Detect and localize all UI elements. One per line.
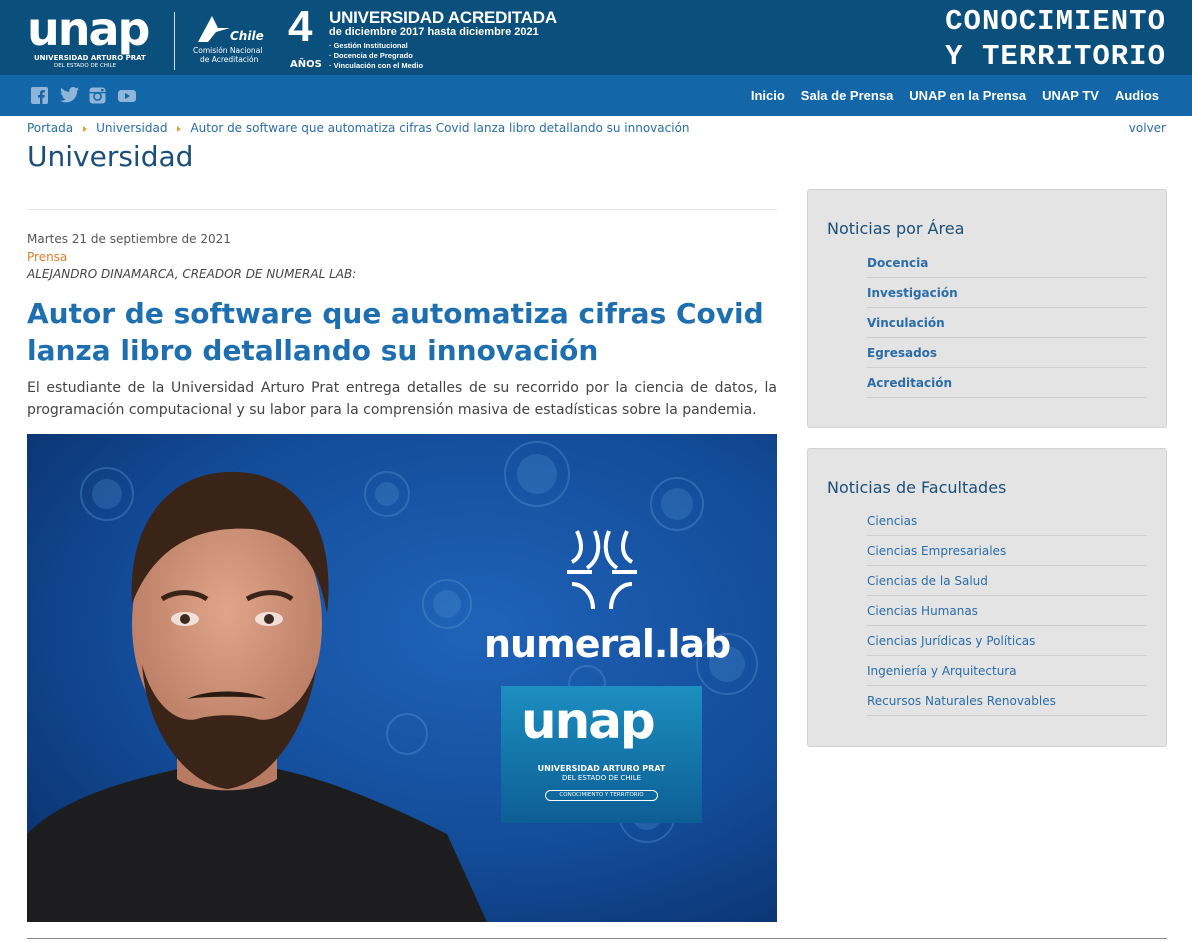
cna-line-2: de Acreditación <box>200 55 259 64</box>
site-header: unap UNIVERSIDAD ARTURO PRAT DEL ESTADO … <box>0 0 1192 75</box>
instagram-icon[interactable] <box>89 87 108 104</box>
article: Martes 21 de septiembre de 2021 Prensa A… <box>27 209 777 922</box>
article-image-graphic <box>27 434 777 922</box>
cna-chile-label: Chile <box>230 29 264 43</box>
nav-link-unap-en-la-prensa[interactable]: UNAP en la Prensa <box>909 88 1026 103</box>
accreditation-item: · Docencia de Pregrado <box>329 51 413 60</box>
numeral-lab-wordmark: numeral.lab <box>484 622 731 666</box>
unap-image-logo-word: unap <box>521 692 656 750</box>
article-kicker: ALEJANDRO DINAMARCA, CREADOR DE NUMERAL … <box>27 267 357 281</box>
area-link-docencia[interactable]: Docencia <box>867 248 1147 278</box>
unap-logo[interactable]: unap UNIVERSIDAD ARTURO PRAT DEL ESTADO … <box>27 2 157 70</box>
facebook-icon[interactable] <box>31 87 50 104</box>
article-divider <box>27 209 777 210</box>
news-by-area-box: Noticias por Área Docencia Investigación… <box>807 189 1167 428</box>
breadcrumb-separator-icon <box>177 126 182 132</box>
accreditation-item: · Gestión Institucional <box>329 41 408 50</box>
cna-icon <box>198 16 230 42</box>
faculty-link-recursos-naturales[interactable]: Recursos Naturales Renovables <box>867 686 1147 716</box>
unap-image-logo-sub2: DEL ESTADO DE CHILE <box>561 774 642 782</box>
breadcrumb-current[interactable]: Autor de software que automatiza cifras … <box>190 121 689 135</box>
accreditation-item: · Vinculación con el Medio <box>329 61 424 70</box>
faculty-news-box: Noticias de Facultades Ciencias Ciencias… <box>807 448 1167 747</box>
nav-link-audios[interactable]: Audios <box>1115 88 1159 103</box>
nav-link-unap-tv[interactable]: UNAP TV <box>1042 88 1099 103</box>
faculty-link-ciencias-empresariales[interactable]: Ciencias Empresariales <box>867 536 1147 566</box>
article-image: numeral.lab unap UNIVERSIDAD ARTURO PRAT… <box>27 434 777 922</box>
faculty-link-ciencias-juridicas[interactable]: Ciencias Jurídicas y Políticas <box>867 626 1147 656</box>
faculty-link-ciencias-de-la-salud[interactable]: Ciencias de la Salud <box>867 566 1147 596</box>
article-date: Martes 21 de septiembre de 2021 <box>27 232 231 246</box>
youtube-icon[interactable] <box>118 87 137 104</box>
twitter-icon[interactable] <box>60 87 79 104</box>
breadcrumb: Portada Universidad Autor de software qu… <box>27 121 690 135</box>
faculty-link-ingenieria[interactable]: Ingeniería y Arquitectura <box>867 656 1147 686</box>
unap-image-logo: unap UNIVERSIDAD ARTURO PRAT DEL ESTADO … <box>501 686 702 823</box>
breadcrumb-portada[interactable]: Portada <box>27 121 73 135</box>
section-title: Universidad <box>27 140 194 173</box>
social-links <box>31 87 137 104</box>
news-by-area-title: Noticias por Área <box>827 219 965 238</box>
area-link-acreditacion[interactable]: Acreditación <box>867 368 1147 398</box>
page-bottom-divider <box>27 938 1167 939</box>
article-title: Autor de software que automatiza cifras … <box>27 297 764 367</box>
area-link-egresados[interactable]: Egresados <box>867 338 1147 368</box>
nav-links: Inicio Sala de Prensa UNAP en la Prensa … <box>735 75 1159 116</box>
unap-logo-subtitle: UNIVERSIDAD ARTURO PRAT <box>34 54 146 62</box>
article-lead: El estudiante de la Universidad Arturo P… <box>27 380 777 418</box>
cna-line-1: Comisión Nacional <box>193 46 263 55</box>
article-category[interactable]: Prensa <box>27 250 777 264</box>
faculty-link-ciencias-humanas[interactable]: Ciencias Humanas <box>867 596 1147 626</box>
breadcrumb-separator-icon <box>83 126 88 132</box>
back-link[interactable]: volver <box>1129 121 1166 135</box>
faculty-news-title: Noticias de Facultades <box>827 478 1007 497</box>
unap-image-logo-sub1: UNIVERSIDAD ARTURO PRAT <box>537 764 666 773</box>
cna-logo: Chile Comisión Nacional de Acreditación <box>192 12 276 66</box>
faculty-news-list: Ciencias Ciencias Empresariales Ciencias… <box>867 506 1147 716</box>
nav-link-inicio[interactable]: Inicio <box>751 88 785 103</box>
faculty-link-ciencias[interactable]: Ciencias <box>867 506 1147 536</box>
accreditation-title: UNIVERSIDAD ACREDITADA <box>329 8 557 27</box>
tagline-line-2: Y TERRITORIO <box>945 40 1166 73</box>
main-nav: Inicio Sala de Prensa UNAP en la Prensa … <box>0 75 1192 116</box>
news-by-area-list: Docencia Investigación Vinculación Egres… <box>867 248 1147 398</box>
unap-image-logo-tag: CONOCIMIENTO Y TERRITORIO <box>545 790 658 801</box>
unap-logo-subtitle-2: DEL ESTADO DE CHILE <box>54 63 117 69</box>
tagline-line-1: CONOCIMIENTO <box>945 5 1166 38</box>
accreditation-dates: de diciembre 2017 hasta diciembre 2021 <box>329 26 539 38</box>
area-link-investigacion[interactable]: Investigación <box>867 278 1147 308</box>
nav-link-sala-de-prensa[interactable]: Sala de Prensa <box>801 88 894 103</box>
header-divider <box>174 12 175 70</box>
area-link-vinculacion[interactable]: Vinculación <box>867 308 1147 338</box>
tagline: CONOCIMIENTO Y TERRITORIO <box>945 4 1166 74</box>
breadcrumb-universidad[interactable]: Universidad <box>96 121 167 135</box>
unap-logo-word: unap <box>27 2 150 56</box>
accreditation-years-label: AÑOS <box>290 59 322 70</box>
accreditation-years: 4 <box>288 2 313 51</box>
